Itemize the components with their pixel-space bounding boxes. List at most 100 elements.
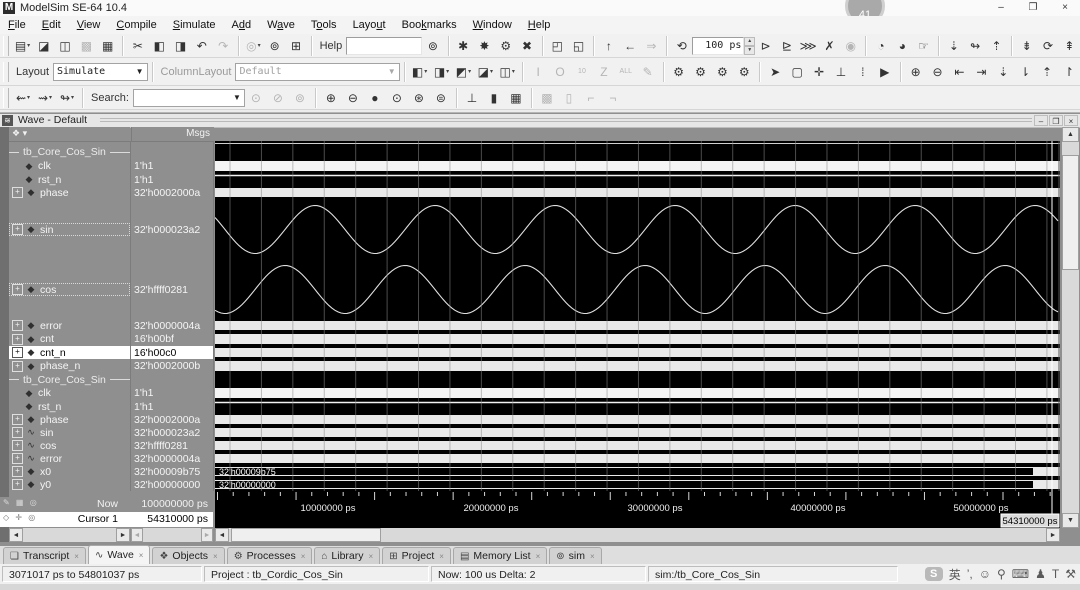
run-length-spinner[interactable]: ▲▼ — [744, 37, 755, 55]
menu-window[interactable]: Window — [465, 17, 520, 33]
menu-tools[interactable]: Tools — [303, 17, 345, 33]
signal-row-error[interactable]: +∿error — [9, 452, 130, 465]
save-button[interactable]: ◫ — [55, 36, 74, 56]
tab-close-icon[interactable]: × — [213, 552, 218, 561]
layout-select-dropdown-icon[interactable]: ▼ — [133, 67, 147, 76]
wave-window-grip[interactable] — [100, 118, 1032, 124]
signal-row-cos[interactable]: +◆cos — [9, 260, 130, 319]
signal-value-sin[interactable]: 32'h000023a2 — [131, 199, 213, 260]
msgs-column-header[interactable]: Msgs — [131, 127, 214, 142]
signal-row-y0[interactable]: +◆y0 — [9, 478, 130, 491]
config-gear-button-b[interactable]: ⚙ — [691, 62, 711, 82]
signal-value-cos[interactable]: 32'hffff0281 — [131, 260, 213, 319]
name-pane-hscrollbar[interactable]: ◄ ► — [9, 528, 130, 542]
wave-grid-mode-button[interactable]: ▦ — [506, 88, 526, 108]
run-length-field[interactable] — [692, 37, 744, 55]
signal-name-pane[interactable]: tb_Core_Cos_Sin◆clk◆rst_n+◆phase+◆sin+◆c… — [9, 141, 131, 491]
group-divider[interactable]: tb_Core_Cos_Sin — [9, 373, 130, 386]
next-transition-button[interactable]: ⇥ — [971, 62, 991, 82]
print-button[interactable]: ▦ — [98, 36, 117, 56]
signal-filter-icon[interactable]: ❖ ▾ — [12, 128, 27, 139]
language-indicator[interactable]: 英 — [949, 566, 961, 583]
dataset-snapshot-button[interactable]: ◰ — [548, 36, 567, 56]
delete-cursor-button[interactable]: ⊖ — [928, 62, 948, 82]
emoji-icon[interactable]: ☺ — [979, 567, 991, 581]
signal-row-clk[interactable]: ◆clk — [9, 386, 130, 400]
step-restart-button[interactable]: ⟳ — [1038, 36, 1057, 56]
new-file-button[interactable]: ▤▾ — [13, 36, 32, 56]
tab-processes[interactable]: ⚙Processes× — [227, 547, 313, 564]
tab-close-icon[interactable]: × — [369, 552, 374, 561]
signal-row-sin[interactable]: +∿sin — [9, 426, 130, 439]
zoom-other-button[interactable]: ⊜ — [431, 88, 451, 108]
signal-value-cos[interactable]: 32'hffff0281 — [131, 439, 213, 452]
menu-compile[interactable]: Compile — [108, 17, 164, 33]
columnlayout-select-dropdown-icon[interactable]: ▼ — [385, 67, 399, 76]
add-to-watch-button[interactable]: ◫▾ — [497, 62, 517, 82]
wave-minimize-button[interactable]: – — [1034, 115, 1048, 126]
signal-value-rst_n[interactable]: 1'h1 — [131, 173, 213, 186]
sogou-logo[interactable]: S — [925, 567, 943, 581]
step-return-button[interactable]: ⇞ — [1060, 36, 1079, 56]
signal-value-cnt_n[interactable]: 16'h00c0 — [131, 346, 213, 359]
help-search-button[interactable]: ⊚ — [423, 36, 442, 56]
cursor-row[interactable]: ◇ ✛ ◎ Cursor 1 54310000 ps — [0, 512, 213, 527]
expand-icon[interactable]: + — [12, 466, 23, 477]
signal-value-clk[interactable]: 1'h1 — [131, 159, 213, 173]
run-button[interactable]: ⊳ — [756, 36, 775, 56]
signal-value-cnt[interactable]: 16'h00bf — [131, 332, 213, 346]
signal-value-phase[interactable]: 32'h0002000a — [131, 186, 213, 199]
tab-project[interactable]: ⊞Project× — [382, 547, 451, 564]
find-button[interactable]: ⊚ — [265, 36, 284, 56]
layout-select[interactable]: Simulate▼ — [53, 63, 148, 81]
menu-add[interactable]: Add — [224, 17, 260, 33]
menu-wave[interactable]: Wave — [259, 17, 303, 33]
signal-row-phase[interactable]: +◆phase — [9, 186, 130, 199]
signal-row-clk[interactable]: ◆clk — [9, 159, 130, 173]
help-search-input[interactable] — [346, 37, 422, 55]
signal-value-x0[interactable]: 32'h00009b75 — [131, 465, 213, 478]
environment-back-button[interactable]: ← — [621, 36, 640, 56]
step-current-button[interactable]: ⇟ — [1017, 36, 1036, 56]
environment-up-button[interactable]: ↑ — [599, 36, 618, 56]
expand-icon[interactable]: + — [12, 414, 23, 425]
menu-simulate[interactable]: Simulate — [165, 17, 224, 33]
dataset-view-button[interactable]: ◱ — [569, 36, 588, 56]
add-selected-to-log-button[interactable]: ↬▾ — [57, 88, 77, 108]
add-selected-to-wave-button[interactable]: ⇜▾ — [13, 88, 33, 108]
signal-row-error[interactable]: +◆error — [9, 319, 130, 332]
signal-row-phase_n[interactable]: +◆phase_n — [9, 359, 130, 373]
wave-cursor-mode-button[interactable]: ⊥ — [462, 88, 482, 108]
break-button[interactable]: ✗ — [820, 36, 839, 56]
skin-icon[interactable]: T — [1052, 567, 1059, 581]
insert-cursor-button[interactable]: ⊕ — [906, 62, 926, 82]
tab-wave[interactable]: ∿Wave× — [88, 545, 151, 564]
expand-icon[interactable]: + — [12, 440, 23, 451]
pause-hand-button[interactable]: ☞ — [914, 36, 933, 56]
value-pane-hscrollbar[interactable]: ◄ ► — [131, 528, 213, 542]
tab-close-icon[interactable]: × — [590, 552, 595, 561]
waveform-canvas[interactable]: 32'h00009b7532'h00000000 — [215, 141, 1060, 491]
timeline-ruler[interactable]: 10000000 ps20000000 ps30000000 ps4000000… — [215, 491, 1060, 528]
tab-close-icon[interactable]: × — [439, 552, 444, 561]
previous-transition-button[interactable]: ⇤ — [950, 62, 970, 82]
search-input[interactable]: ▼ — [133, 89, 245, 107]
signal-value-y0[interactable]: 32'h00000000 — [131, 478, 213, 491]
signal-value-error[interactable]: 32'h0000004a — [131, 452, 213, 465]
compile-all-button[interactable]: ✸ — [475, 36, 494, 56]
add-to-wave-button[interactable]: ◧▾ — [410, 62, 430, 82]
menu-view[interactable]: View — [69, 17, 109, 33]
tab-objects[interactable]: ❖Objects× — [152, 547, 224, 564]
user-icon[interactable]: ♟ — [1035, 567, 1046, 581]
keyboard-icon[interactable]: ⌨ — [1012, 567, 1029, 581]
tab-library[interactable]: ⌂Library× — [314, 547, 380, 564]
zoom-between-cursors-button[interactable]: ⊛ — [409, 88, 429, 108]
tab-close-icon[interactable]: × — [301, 552, 306, 561]
expand-icon[interactable]: + — [12, 479, 23, 490]
signal-row-sin[interactable]: +◆sin — [9, 199, 130, 260]
tab-memory-list[interactable]: ▤Memory List× — [453, 547, 547, 564]
expand-icon[interactable]: + — [12, 453, 23, 464]
signal-value-error[interactable]: 32'h0000004a — [131, 319, 213, 332]
previous-falling-edge-button[interactable]: ⇣ — [993, 62, 1013, 82]
step-out-button[interactable]: ⇡ — [987, 36, 1006, 56]
